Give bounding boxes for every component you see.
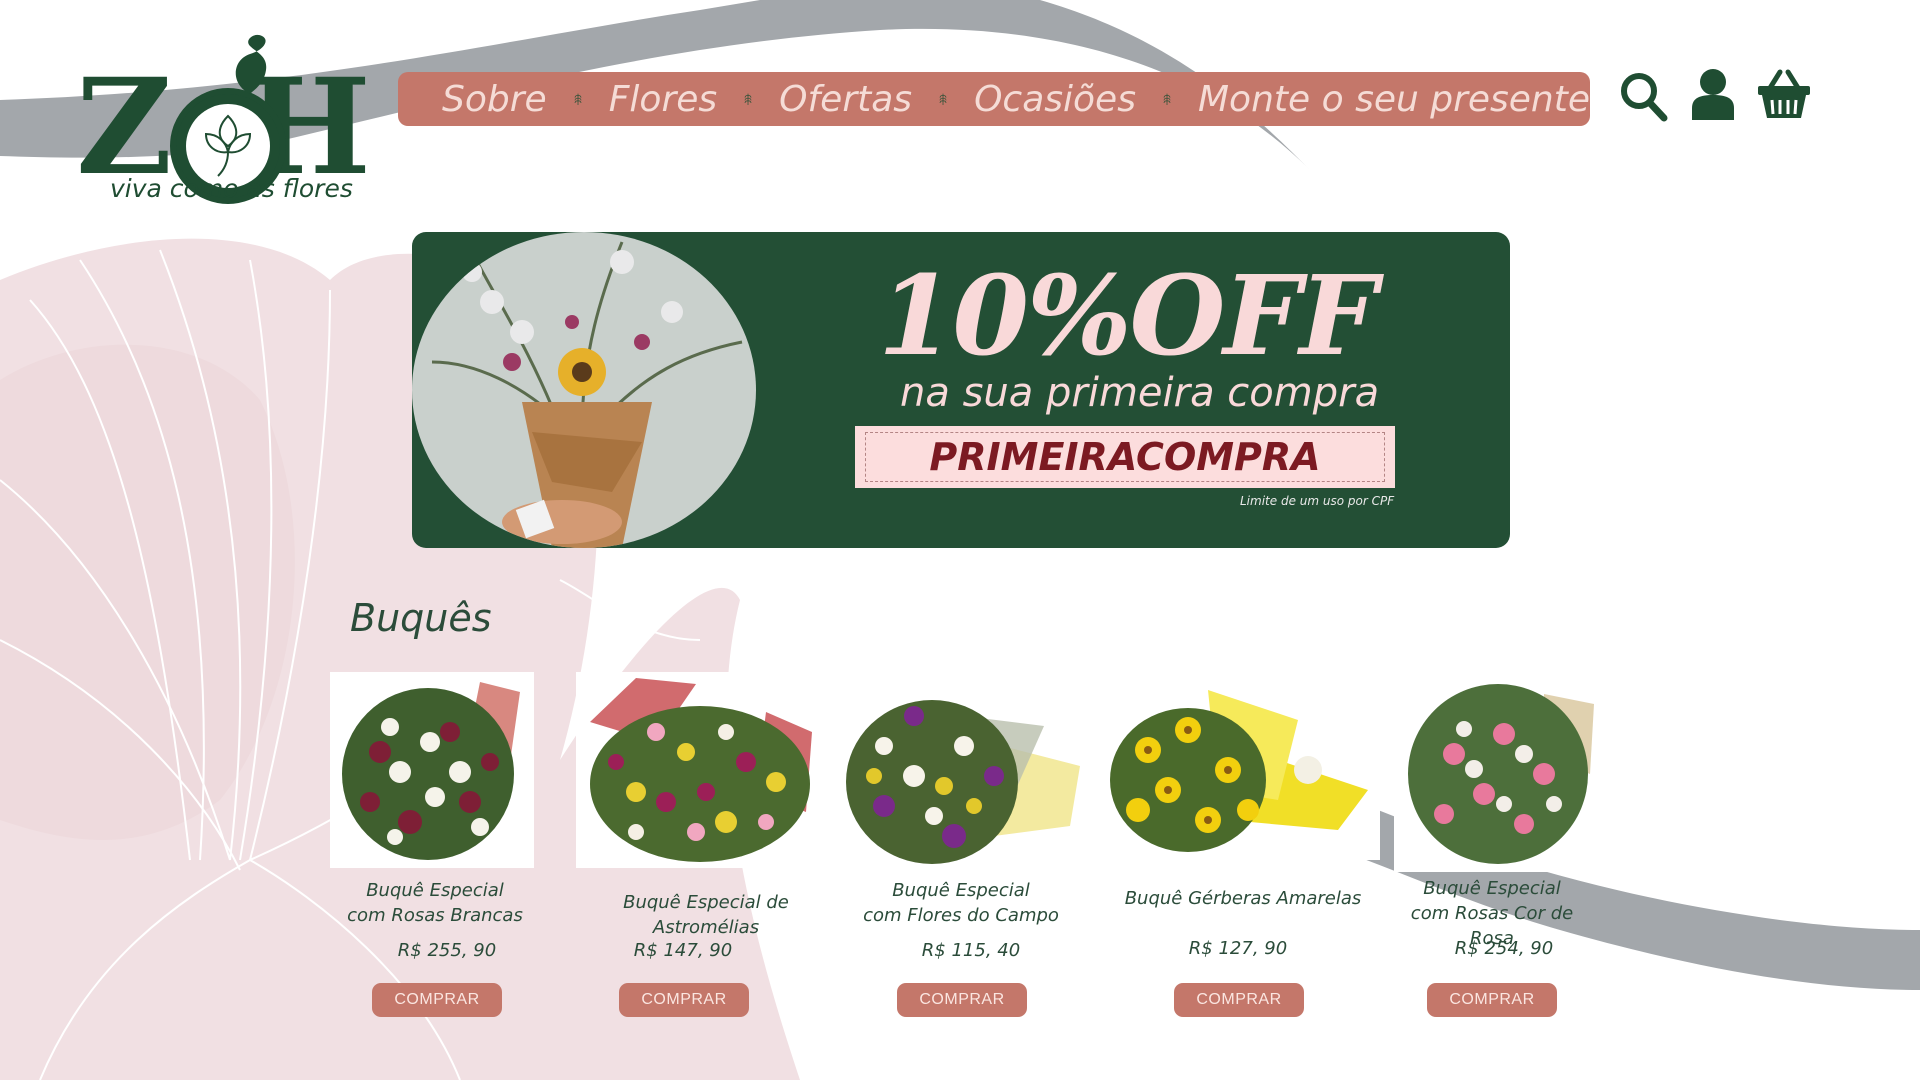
product-name[interactable]: Buquê Especial com Flores do Campo (858, 878, 1064, 928)
product-image-astromelias[interactable] (576, 672, 824, 868)
main-nav: Sobre Flores Ofertas Ocasiões Monte o se… (398, 72, 1590, 126)
product-price: R$ 147, 90 (633, 940, 733, 961)
brand-logo[interactable]: Z H viva como as flores (70, 28, 380, 213)
promo-headline: 10%OFF (878, 251, 1378, 380)
search-icon[interactable] (1618, 68, 1668, 124)
nav-item-ocasioes[interactable]: Ocasiões (974, 79, 1136, 120)
nav-item-ofertas[interactable]: Ofertas (779, 79, 912, 120)
product-name[interactable]: Buquê Especial com Rosas Brancas (330, 878, 540, 928)
buy-button[interactable]: COMPRAR (1427, 983, 1557, 1017)
brand-tagline: viva como as flores (110, 174, 353, 203)
leaf-divider-icon (1163, 93, 1171, 106)
buy-button[interactable]: COMPRAR (897, 983, 1027, 1017)
product-price: R$ 255, 90 (397, 940, 497, 961)
product-price: R$ 127, 90 (1188, 938, 1288, 959)
product-image-gerberas-amarelas[interactable] (1108, 680, 1380, 860)
coupon-box[interactable]: PRIMEIRACOMPRA (855, 426, 1395, 488)
leaf-divider-icon (939, 93, 947, 106)
product-name[interactable]: Buquê Especial de Astromélias (576, 890, 836, 940)
user-icon[interactable] (1690, 68, 1736, 120)
leaf-divider-icon (574, 93, 582, 106)
cart-icon[interactable] (1756, 68, 1812, 120)
product-image-flores-do-campo[interactable] (844, 676, 1086, 872)
nav-item-sobre[interactable]: Sobre (442, 79, 547, 120)
section-title: Buquês (350, 596, 492, 640)
nav-item-flores[interactable]: Flores (609, 79, 717, 120)
swan-icon (235, 34, 267, 94)
product-price: R$ 115, 40 (921, 940, 1021, 961)
buy-button[interactable]: COMPRAR (372, 983, 502, 1017)
product-image-rosas-brancas[interactable] (330, 672, 534, 868)
product-name[interactable]: Buquê Gérberas Amarelas (1118, 886, 1368, 911)
product-image-rosas-cor-de-rosa[interactable] (1394, 674, 1602, 872)
buy-button[interactable]: COMPRAR (619, 983, 749, 1017)
product-price: R$ 254, 90 (1454, 938, 1554, 959)
buy-button[interactable]: COMPRAR (1174, 983, 1304, 1017)
nav-item-monte-presente[interactable]: Monte o seu presente (1198, 79, 1590, 120)
promo-subtitle: na sua primeira compra (900, 370, 1380, 416)
bouquet-photo (412, 232, 756, 548)
coupon-limit-note: Limite de um uso por CPF (1240, 494, 1395, 508)
coupon-code: PRIMEIRACOMPRA (929, 435, 1321, 479)
leaf-divider-icon (744, 93, 752, 106)
